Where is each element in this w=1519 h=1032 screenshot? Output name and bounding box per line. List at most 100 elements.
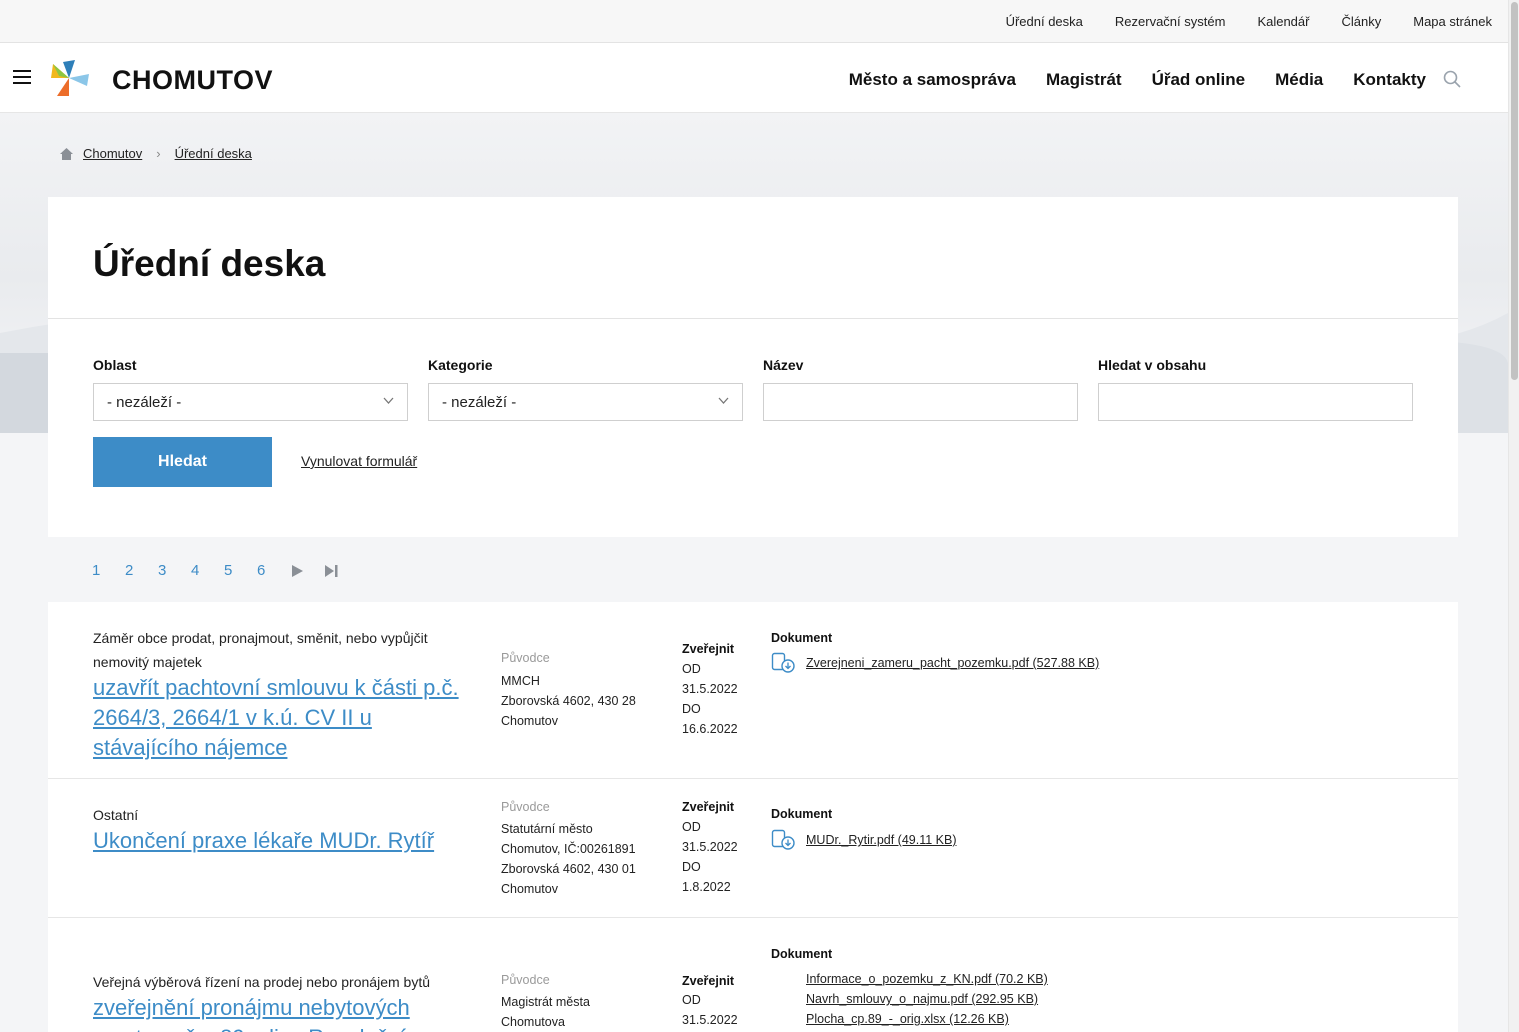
- published-dates: OD 31.5.2022: [682, 990, 738, 1030]
- obsah-label: Hledat v obsahu: [1098, 357, 1207, 373]
- filter-card: Úřední deska Oblast - nezáleží - Kategor…: [48, 197, 1458, 537]
- do-date: 1.8.2022: [682, 880, 731, 894]
- page-link-1[interactable]: 1: [92, 562, 125, 579]
- od-date: 31.5.2022: [682, 682, 738, 696]
- nazev-input[interactable]: [763, 383, 1078, 421]
- record-category: Záměr obce prodat, pronajmout, směnit, n…: [93, 626, 428, 674]
- utility-link-rezervacni-system[interactable]: Rezervační systém: [1115, 14, 1226, 29]
- document-label: Dokument: [771, 631, 833, 645]
- kategorie-value: - nezáleží -: [442, 394, 517, 411]
- document-link[interactable]: Informace_o_pozemku_z_KN.pdf (70.2 KB): [806, 972, 1048, 986]
- record-origin: Magistrát města Chomutova: [501, 992, 661, 1032]
- oblast-select[interactable]: - nezáleží -: [93, 383, 408, 421]
- document-link[interactable]: Zverejneni_zameru_pacht_pozemku.pdf (527…: [806, 656, 1099, 670]
- list-item: Záměr obce prodat, pronajmout, směnit, n…: [48, 602, 1458, 779]
- next-page-icon[interactable]: [290, 563, 323, 579]
- menu-icon[interactable]: [13, 70, 31, 84]
- breadcrumb: Chomutov › Úřední deska: [60, 146, 252, 161]
- origin-label: Původce: [501, 973, 550, 987]
- document-label: Dokument: [771, 807, 833, 821]
- main-nav: Město a samospráva Magistrát Úřad online…: [849, 70, 1426, 90]
- page-link-5[interactable]: 5: [224, 562, 257, 579]
- page: Úřední deska Rezervační systém Kalendář …: [0, 0, 1508, 1032]
- chevron-down-icon: [718, 397, 729, 404]
- record-category-line: Záměr obce prodat, pronajmout, směnit, n…: [93, 630, 428, 646]
- origin-line: Chomutov: [501, 882, 558, 896]
- origin-label: Původce: [501, 651, 550, 665]
- search-button[interactable]: Hledat: [93, 437, 272, 487]
- city-logo-icon[interactable]: [47, 56, 91, 100]
- page-link-4[interactable]: 4: [191, 562, 224, 579]
- download-document-icon: [771, 829, 795, 850]
- kategorie-select[interactable]: - nezáleží -: [428, 383, 743, 421]
- record-category-line: nemovitý majetek: [93, 654, 202, 670]
- od-label: OD: [682, 993, 701, 1007]
- document-link[interactable]: Plocha_cp.89_-_orig.xlsx (12.26 KB): [806, 1012, 1009, 1026]
- utility-link-kalendar[interactable]: Kalendář: [1257, 14, 1309, 29]
- utility-link-clanky[interactable]: Články: [1341, 14, 1381, 29]
- od-date: 31.5.2022: [682, 840, 738, 854]
- home-icon[interactable]: [60, 147, 73, 160]
- origin-line: MMCH: [501, 674, 540, 688]
- chevron-right-icon: ›: [156, 146, 161, 161]
- do-date: 16.6.2022: [682, 722, 738, 736]
- last-page-icon[interactable]: [323, 563, 356, 579]
- page-link-2[interactable]: 2: [125, 562, 158, 579]
- origin-line: Statutární město: [501, 822, 593, 836]
- published-label: Zveřejnit: [682, 974, 735, 988]
- chevron-down-icon: [383, 397, 394, 404]
- records-list: Záměr obce prodat, pronajmout, směnit, n…: [48, 602, 1458, 1032]
- record-origin: MMCH Zborovská 4602, 430 28 Chomutov: [501, 671, 661, 731]
- nav-kontakty[interactable]: Kontakty: [1353, 70, 1426, 90]
- nav-mesto-a-samosprava[interactable]: Město a samospráva: [849, 70, 1016, 90]
- origin-line: Magistrát města: [501, 995, 590, 1009]
- oblast-value: - nezáleží -: [107, 394, 182, 411]
- utility-link-mapa-stranek[interactable]: Mapa stránek: [1413, 14, 1492, 29]
- breadcrumb-current[interactable]: Úřední deska: [175, 146, 252, 161]
- document-link[interactable]: Navrh_smlouvy_o_najmu.pdf (292.95 KB): [806, 992, 1038, 1006]
- record-title-link[interactable]: uzavřít pachtovní smlouvu k části p.č. 2…: [93, 673, 473, 763]
- published-label: Zveřejnit: [682, 642, 735, 656]
- origin-label: Původce: [501, 800, 550, 814]
- utility-bar: Úřední deska Rezervační systém Kalendář …: [0, 0, 1508, 43]
- published-label: Zveřejnit: [682, 800, 735, 814]
- origin-line: Zborovská 4602, 430 28: [501, 694, 636, 708]
- document-link[interactable]: MUDr._Rytir.pdf (49.11 KB): [806, 833, 957, 847]
- download-document-icon: [771, 652, 795, 673]
- od-label: OD: [682, 820, 701, 834]
- record-category: Veřejná výběrová řízení na prodej nebo p…: [93, 970, 430, 994]
- document-item[interactable]: Zverejneni_zameru_pacht_pozemku.pdf (527…: [771, 652, 1099, 674]
- do-label: DO: [682, 702, 701, 716]
- record-category-line: Ostatní: [93, 807, 139, 823]
- list-item: Veřejná výběrová řízení na prodej nebo p…: [48, 918, 1458, 1032]
- page-link-3[interactable]: 3: [158, 562, 191, 579]
- search-icon[interactable]: [1442, 69, 1462, 89]
- origin-line: Zborovská 4602, 430 01: [501, 862, 636, 876]
- nazev-label: Název: [763, 357, 804, 373]
- scrollbar-thumb[interactable]: [1511, 2, 1518, 380]
- pagination: 1 2 3 4 5 6: [92, 562, 356, 579]
- breadcrumb-home[interactable]: Chomutov: [83, 146, 142, 161]
- od-label: OD: [682, 662, 701, 676]
- scrollbar[interactable]: [1508, 0, 1519, 1032]
- od-date: 31.5.2022: [682, 1013, 738, 1027]
- do-label: DO: [682, 860, 701, 874]
- divider: [48, 318, 1458, 319]
- utility-link-uredni-deska[interactable]: Úřední deska: [1006, 14, 1083, 29]
- document-label: Dokument: [771, 947, 833, 961]
- obsah-input[interactable]: [1098, 383, 1413, 421]
- document-item[interactable]: MUDr._Rytir.pdf (49.11 KB): [771, 829, 957, 851]
- origin-line: Chomutov: [501, 714, 558, 728]
- reset-form-link[interactable]: Vynulovat formulář: [301, 453, 417, 469]
- page-title: Úřední deska: [93, 243, 326, 284]
- record-category: Ostatní: [93, 803, 138, 827]
- record-title-link[interactable]: Ukončení praxe lékaře MUDr. Rytíř: [93, 826, 473, 856]
- brand-name[interactable]: CHOMUTOV: [112, 65, 273, 96]
- nav-urad-online[interactable]: Úřad online: [1152, 70, 1246, 90]
- published-dates: OD 31.5.2022 DO 1.8.2022: [682, 817, 738, 897]
- nav-media[interactable]: Média: [1275, 70, 1323, 90]
- page-link-6[interactable]: 6: [257, 562, 290, 579]
- kategorie-label: Kategorie: [428, 357, 493, 373]
- nav-magistrat[interactable]: Magistrát: [1046, 70, 1122, 90]
- record-title-link[interactable]: zveřejnění pronájmu nebytových prostor v…: [93, 993, 473, 1032]
